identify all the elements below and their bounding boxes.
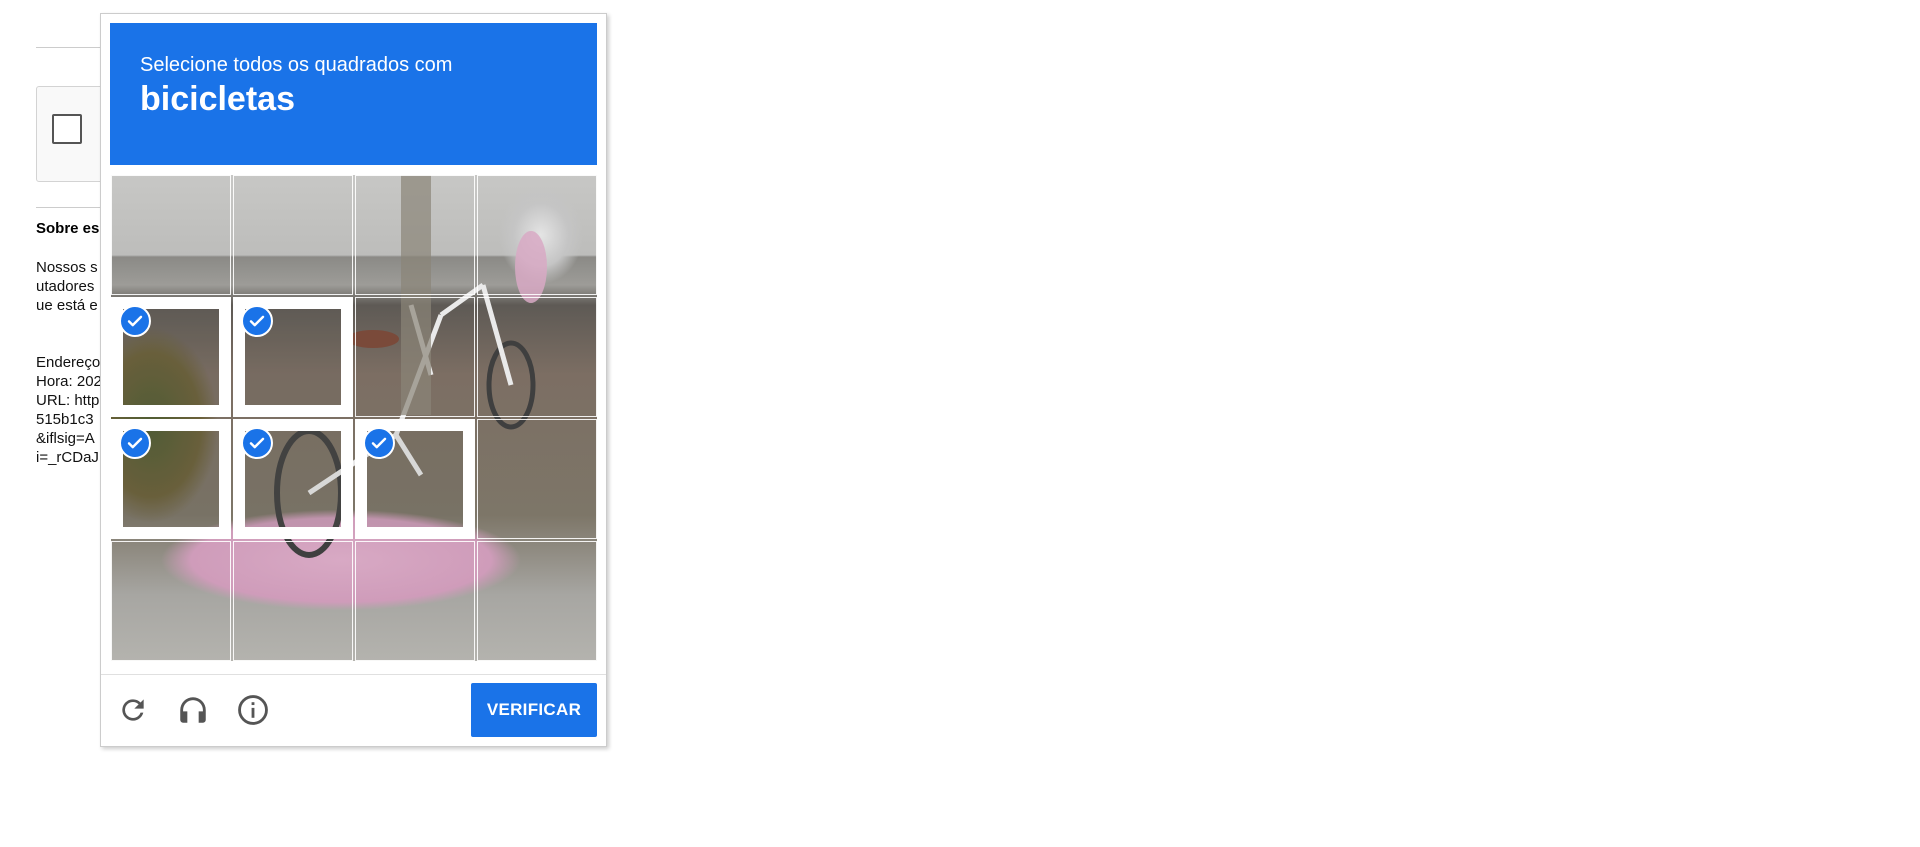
image-tile[interactable] [355,541,475,661]
checkmark-icon [241,305,273,337]
checkmark-icon [119,427,151,459]
recaptcha-challenge-popup: Selecione todos os quadrados com bicicle… [100,13,607,747]
image-tile[interactable] [233,541,353,661]
about-heading: Sobre es [36,220,100,237]
challenge-object: bicicletas [140,80,295,118]
paragraph-line: utadores [36,278,95,295]
reload-icon[interactable] [113,690,153,730]
headphones-icon[interactable] [173,690,213,730]
checkmark-icon [119,305,151,337]
challenge-instruction: Selecione todos os quadrados com [140,54,453,76]
challenge-header: Selecione todos os quadrados com bicicle… [110,23,597,165]
image-tile[interactable] [355,175,475,295]
checkmark-icon [241,427,273,459]
image-tile[interactable] [111,541,231,661]
details-line: Hora: 202 [36,373,102,390]
recaptcha-checkbox[interactable] [52,114,82,144]
image-tile[interactable] [111,175,231,295]
checkmark-icon [363,427,395,459]
verify-button[interactable]: VERIFICAR [471,683,597,737]
paragraph-line: Nossos s [36,259,98,276]
image-tile[interactable] [477,419,597,539]
image-tile[interactable] [111,297,231,417]
image-tile[interactable] [233,419,353,539]
info-icon[interactable] [233,690,273,730]
image-tile[interactable] [477,175,597,295]
footer-divider [101,674,606,675]
image-tile[interactable] [477,297,597,417]
details-line: URL: http [36,392,100,409]
details-line: &iflsig=A [36,430,95,447]
image-tile[interactable] [477,541,597,661]
image-grid [111,175,597,661]
image-tile[interactable] [233,175,353,295]
image-tile[interactable] [233,297,353,417]
image-tile[interactable] [111,419,231,539]
paragraph-line: ue está e [36,297,98,314]
image-tile[interactable] [355,297,475,417]
details-line: Endereço [36,354,101,371]
details-line: i=_rCDaJ [36,449,99,466]
details-line: 515b1c3 [36,411,94,428]
image-tile[interactable] [355,419,475,539]
